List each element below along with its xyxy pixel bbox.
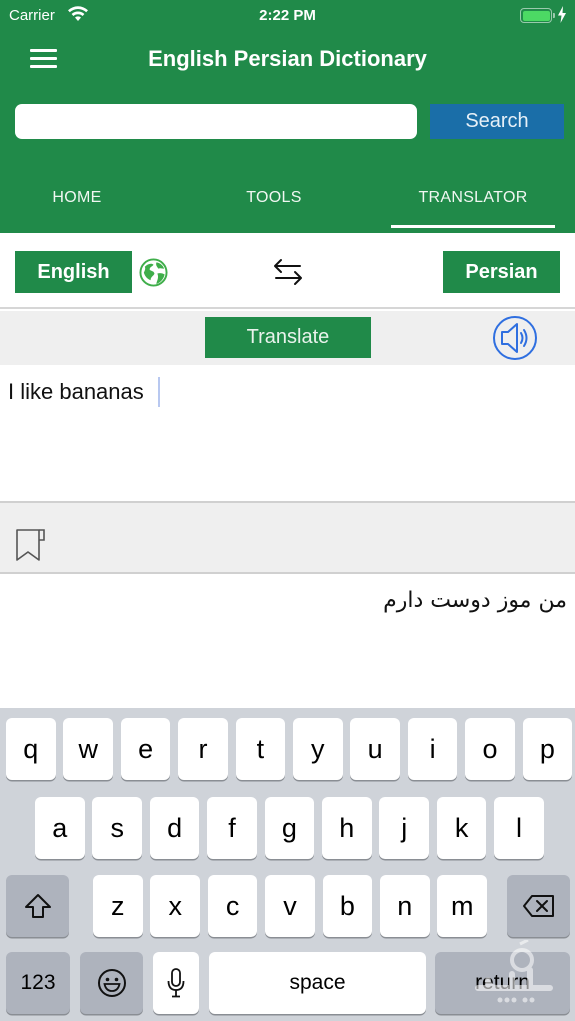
key-v[interactable]: v bbox=[265, 875, 315, 937]
key-f[interactable]: f bbox=[207, 797, 257, 859]
key-i[interactable]: i bbox=[407, 718, 458, 780]
search-input[interactable] bbox=[15, 104, 417, 139]
text-cursor bbox=[158, 377, 160, 407]
key-g[interactable]: g bbox=[264, 797, 315, 859]
on-screen-keyboard: 123 space return qwertyuiop asdfghjkl zxcv… bbox=[0, 708, 575, 1021]
backspace-icon bbox=[522, 895, 554, 917]
key-k[interactable]: k bbox=[436, 797, 487, 859]
key-u[interactable]: u bbox=[350, 718, 400, 780]
key-a[interactable]: a bbox=[35, 797, 85, 859]
key-d[interactable]: d bbox=[149, 797, 200, 859]
search-button[interactable]: Search bbox=[430, 104, 564, 139]
backspace-key[interactable] bbox=[507, 875, 570, 937]
key-l[interactable]: l bbox=[494, 797, 544, 859]
tab-home[interactable]: HOME bbox=[0, 189, 172, 207]
key-r[interactable]: r bbox=[178, 718, 228, 780]
target-language-button[interactable]: Persian bbox=[443, 251, 560, 293]
shift-icon bbox=[24, 894, 51, 918]
key-h[interactable]: h bbox=[322, 797, 372, 859]
key-z[interactable]: z bbox=[93, 875, 143, 937]
swap-arrows-icon[interactable] bbox=[270, 255, 306, 289]
key-p[interactable]: p bbox=[522, 718, 573, 780]
bookmark-toolbar bbox=[0, 501, 575, 574]
key-q[interactable]: q bbox=[6, 718, 56, 780]
tab-translator[interactable]: TRANSLATOR bbox=[378, 189, 568, 207]
emoji-icon bbox=[97, 969, 126, 997]
charging-bolt-icon bbox=[558, 6, 566, 23]
space-key[interactable]: space bbox=[209, 952, 426, 1014]
key-c[interactable]: c bbox=[207, 875, 258, 937]
key-e[interactable]: e bbox=[120, 718, 171, 780]
translated-text: من موز دوست دارم bbox=[383, 588, 567, 613]
key-n[interactable]: n bbox=[380, 875, 430, 937]
key-b[interactable]: b bbox=[322, 875, 373, 937]
microphone-icon bbox=[167, 968, 185, 998]
language-selector-row: English Persian bbox=[0, 233, 575, 309]
translate-button[interactable]: Translate bbox=[205, 317, 371, 358]
microphone-key[interactable] bbox=[153, 952, 199, 1014]
battery-icon bbox=[520, 8, 555, 23]
status-bar: Carrier 2:22 PM bbox=[0, 0, 575, 32]
source-language-button[interactable]: English bbox=[15, 251, 132, 293]
key-x[interactable]: x bbox=[150, 875, 200, 937]
tab-tools[interactable]: TOOLS bbox=[179, 189, 369, 207]
return-key[interactable]: return bbox=[435, 952, 570, 1014]
emoji-key[interactable] bbox=[80, 952, 143, 1014]
numbers-key[interactable]: 123 bbox=[6, 952, 70, 1014]
key-w[interactable]: w bbox=[63, 718, 113, 780]
key-j[interactable]: j bbox=[379, 797, 429, 859]
key-m[interactable]: m bbox=[437, 875, 487, 937]
shift-key[interactable] bbox=[6, 875, 69, 937]
active-tab-indicator bbox=[391, 225, 555, 228]
bookmark-icon[interactable] bbox=[15, 528, 47, 562]
key-s[interactable]: s bbox=[92, 797, 142, 859]
translate-toolbar: Translate bbox=[0, 311, 575, 365]
app-title: English Persian Dictionary bbox=[148, 46, 427, 71]
globe-icon[interactable] bbox=[139, 258, 168, 287]
status-time: 2:22 PM bbox=[259, 7, 316, 24]
key-o[interactable]: o bbox=[465, 718, 515, 780]
key-y[interactable]: y bbox=[293, 718, 343, 780]
key-t[interactable]: t bbox=[235, 718, 286, 780]
translation-output: من موز دوست دارم bbox=[0, 574, 575, 708]
source-text-input[interactable] bbox=[0, 365, 575, 501]
speaker-icon[interactable] bbox=[492, 315, 538, 361]
